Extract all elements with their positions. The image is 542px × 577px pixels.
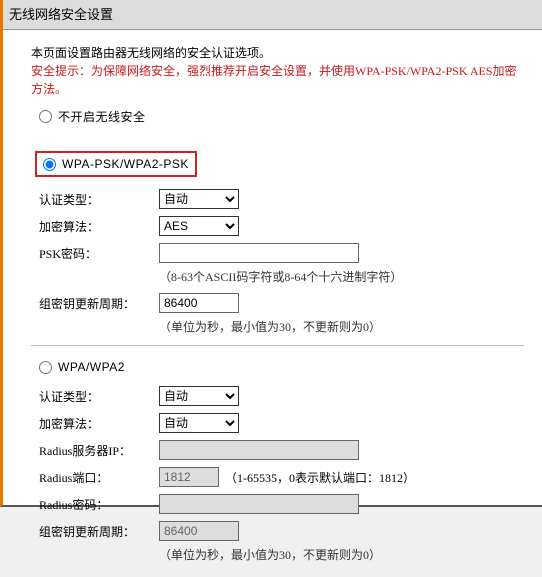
option-wireless-off[interactable]: 不开启无线安全	[39, 108, 524, 125]
psk-auth-select[interactable]: 自动	[159, 189, 239, 209]
radius-pw-label: Radius密码：	[39, 496, 159, 513]
wpa-rekey-hint: （单位为秒，最小值为30，不更新则为0）	[159, 546, 524, 563]
radius-port-hint: （1-65535，0表示默认端口：1812）	[225, 469, 415, 486]
option-wpa-psk[interactable]: WPA-PSK/WPA2-PSK	[35, 151, 197, 177]
radius-port-input[interactable]	[159, 467, 219, 487]
radius-ip-label: Radius服务器IP：	[39, 442, 159, 459]
separator	[31, 345, 524, 346]
psk-password-hint: （8-63个ASCII码字符或8-64个十六进制字符）	[159, 268, 524, 285]
psk-rekey-input[interactable]	[159, 293, 239, 313]
psk-encrypt-select[interactable]: AES	[159, 216, 239, 236]
security-tip: 安全提示：为保障网络安全，强烈推荐开启安全设置，并使用WPA-PSK/WPA2-…	[31, 64, 517, 96]
panel-content: 本页面设置路由器无线网络的安全认证选项。 安全提示：为保障网络安全，强烈推荐开启…	[3, 30, 542, 577]
wpa-auth-label: 认证类型：	[39, 388, 159, 405]
radio-psk-label: WPA-PSK/WPA2-PSK	[62, 157, 189, 171]
wpa-encrypt-select[interactable]: 自动	[159, 413, 239, 433]
psk-rekey-hint: （单位为秒，最小值为30，不更新则为0）	[159, 318, 524, 335]
radius-ip-input[interactable]	[159, 440, 359, 460]
psk-form: 认证类型： 自动 加密算法： AES PSK密码： （8-63个ASCII码字符…	[39, 187, 524, 335]
radio-psk[interactable]	[43, 158, 56, 171]
security-settings-panel: 无线网络安全设置 本页面设置路由器无线网络的安全认证选项。 安全提示：为保障网络…	[0, 0, 542, 507]
radius-pw-input[interactable]	[159, 494, 359, 514]
panel-header: 无线网络安全设置	[3, 0, 542, 30]
psk-password-input[interactable]	[159, 243, 359, 263]
psk-password-label: PSK密码：	[39, 245, 159, 262]
radius-port-label: Radius端口：	[39, 469, 159, 486]
psk-encrypt-label: 加密算法：	[39, 218, 159, 235]
wpa-rekey-input[interactable]	[159, 521, 239, 541]
psk-auth-label: 认证类型：	[39, 191, 159, 208]
radio-wpa[interactable]	[39, 361, 52, 374]
option-wpa[interactable]: WPA/WPA2	[39, 360, 524, 374]
wpa-auth-select[interactable]: 自动	[159, 386, 239, 406]
psk-rekey-label: 组密钥更新周期：	[39, 295, 159, 312]
wpa-form: 认证类型： 自动 加密算法： 自动 Radius服务器IP： Radius端口：…	[39, 384, 524, 563]
wpa-encrypt-label: 加密算法：	[39, 415, 159, 432]
wpa-rekey-label: 组密钥更新周期：	[39, 523, 159, 540]
radio-off-label: 不开启无线安全	[58, 108, 146, 125]
radio-off[interactable]	[39, 110, 52, 123]
intro-block: 本页面设置路由器无线网络的安全认证选项。 安全提示：为保障网络安全，强烈推荐开启…	[31, 44, 524, 98]
radio-wpa-label: WPA/WPA2	[58, 360, 125, 374]
intro-text: 本页面设置路由器无线网络的安全认证选项。	[31, 46, 271, 60]
